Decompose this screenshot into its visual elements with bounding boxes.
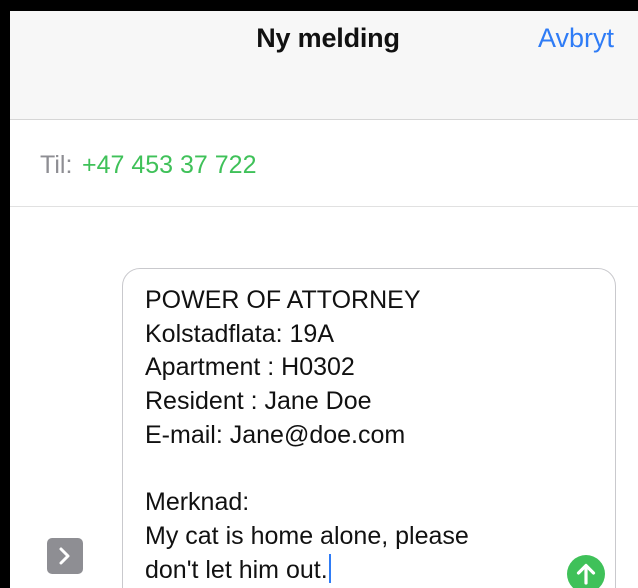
navigation-bar: Ny melding Avbryt bbox=[10, 11, 638, 120]
message-last-line: don't let him out. bbox=[145, 553, 565, 588]
message-line: E-mail: Jane@doe.com bbox=[145, 420, 406, 449]
expand-apps-button[interactable] bbox=[47, 538, 83, 574]
text-cursor bbox=[328, 553, 331, 583]
message-line: Kolstadflata: 19A bbox=[145, 319, 335, 348]
message-line: Apartment : H0302 bbox=[145, 353, 355, 382]
send-button[interactable] bbox=[567, 555, 605, 588]
message-line: POWER OF ATTORNEY bbox=[145, 286, 421, 314]
message-line: Merknad: bbox=[145, 488, 250, 517]
message-line bbox=[145, 452, 565, 486]
message-text[interactable]: POWER OF ATTORNEY Kolstadflata: 19A Apar… bbox=[145, 284, 565, 587]
message-line-text: don't let him out. bbox=[145, 555, 328, 584]
message-input[interactable]: POWER OF ATTORNEY Kolstadflata: 19A Apar… bbox=[122, 268, 616, 588]
chevron-right-icon bbox=[59, 547, 70, 565]
new-message-screen: Ny melding Avbryt Til: +47 453 37 722 PO… bbox=[10, 11, 638, 588]
arrow-up-icon bbox=[576, 563, 596, 585]
recipient-field[interactable]: Til: +47 453 37 722 bbox=[10, 120, 638, 207]
message-line: My cat is home alone, please bbox=[145, 521, 469, 550]
message-line: Resident : Jane Doe bbox=[145, 387, 372, 416]
cancel-button[interactable]: Avbryt bbox=[538, 23, 614, 54]
recipient-label: Til: bbox=[40, 151, 73, 179]
message-area: POWER OF ATTORNEY Kolstadflata: 19A Apar… bbox=[10, 207, 638, 588]
recipient-number[interactable]: +47 453 37 722 bbox=[82, 151, 256, 180]
